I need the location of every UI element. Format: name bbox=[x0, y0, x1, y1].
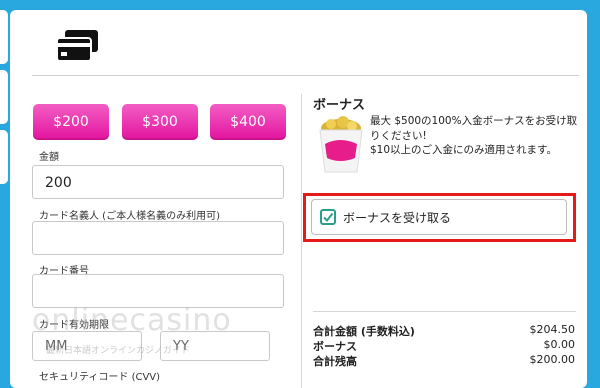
side-tab bbox=[0, 130, 8, 184]
watermark-subtitle: 最新日本語オンラインカジノガイド bbox=[46, 346, 190, 356]
summary-value: $204.50 bbox=[529, 323, 576, 336]
bonus-line-2: $10以上のご入金にのみ適用されます。 bbox=[370, 144, 557, 156]
bonus-description: 最大 $500の100%入金ボーナスをお受け取りください! $10以上のご入金に… bbox=[370, 114, 582, 158]
header-divider bbox=[32, 75, 579, 76]
side-tab bbox=[0, 10, 8, 64]
cardholder-label: カード名義人 (ご本人様名義のみ利用可) bbox=[39, 211, 220, 222]
amount-300-button[interactable]: $300 bbox=[122, 104, 198, 140]
cvv-label: セキュリティコード (CVV) bbox=[39, 372, 161, 383]
claim-bonus-option[interactable]: ボーナスを受け取る bbox=[311, 199, 567, 235]
amount-400-button[interactable]: $400 bbox=[210, 104, 286, 140]
check-icon bbox=[323, 212, 334, 223]
summary-label: 合計金額 (手数料込) bbox=[313, 325, 415, 338]
bonus-cup-image bbox=[319, 116, 363, 173]
summary-value: $200.00 bbox=[529, 353, 576, 366]
summary-value: $0.00 bbox=[543, 338, 576, 351]
claim-bonus-checkbox[interactable] bbox=[320, 209, 336, 225]
bonus-title: ボーナス bbox=[313, 98, 366, 113]
payment-panel: $200 $300 $400 金額 200 カード名義人 (ご本人様名義のみ利用… bbox=[10, 10, 587, 388]
amount-input[interactable]: 200 bbox=[32, 165, 284, 199]
column-divider bbox=[301, 94, 302, 388]
summary-divider bbox=[313, 311, 576, 312]
summary-label: ボーナス bbox=[313, 340, 357, 353]
bonus-line-1: 最大 $500の100%入金ボーナスをお受け取りください! bbox=[370, 115, 578, 142]
amount-200-button[interactable]: $200 bbox=[33, 104, 109, 140]
summary-label: 合計残高 bbox=[313, 355, 357, 368]
claim-bonus-label: ボーナスを受け取る bbox=[343, 211, 452, 225]
cardholder-input[interactable] bbox=[32, 221, 284, 255]
amount-label: 金額 bbox=[39, 152, 59, 163]
side-tab bbox=[0, 70, 8, 124]
watermark-logo: onlinecasino bbox=[32, 303, 232, 338]
credit-card-icon bbox=[56, 30, 98, 62]
